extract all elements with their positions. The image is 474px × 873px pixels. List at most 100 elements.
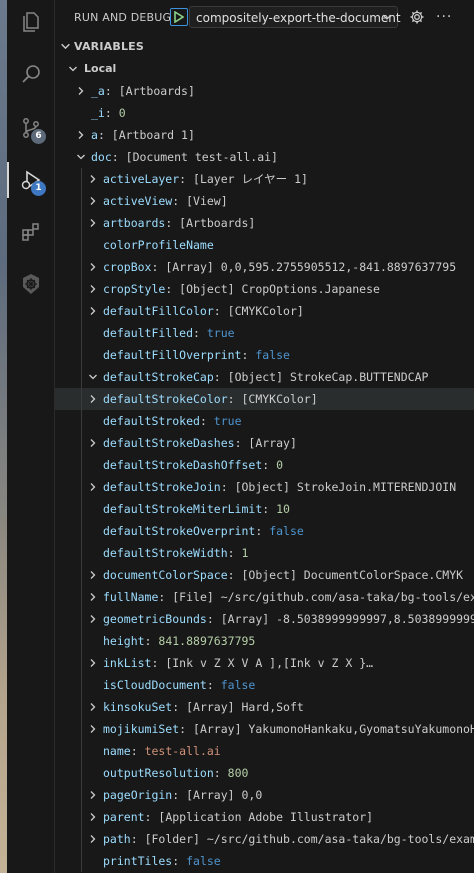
variable-row-a[interactable]: a: [Artboard 1]	[55, 124, 474, 146]
chevron-right-icon[interactable]	[88, 724, 98, 734]
variable-row-mojikumiset[interactable]: mojikumiSet: [Array] YakumonoHankaku,Gyo…	[55, 718, 474, 740]
search-button[interactable]	[7, 52, 55, 96]
more-actions-icon[interactable]: ···	[436, 9, 452, 25]
variable-row-pageorigin[interactable]: pageOrigin: [Array] 0,0	[55, 784, 474, 806]
start-debugging-button[interactable]	[170, 8, 188, 26]
chevron-right-icon[interactable]	[88, 306, 98, 316]
variable-row-defaultfillcolor[interactable]: defaultFillColor: [CMYKColor]	[55, 300, 474, 322]
variable-row-inklist[interactable]: inkList: [Ink v Z X V A ],[Ink v Z X }…	[55, 652, 474, 674]
launch-config-value: compositely-export-the-document	[196, 11, 401, 25]
variable-name: defaultFillColor	[103, 304, 214, 318]
chevron-right-icon[interactable]	[88, 702, 98, 712]
explorer-button[interactable]	[7, 0, 55, 44]
chevron-right-icon[interactable]	[88, 834, 98, 844]
chevron-down-icon[interactable]	[88, 372, 98, 382]
variable-row-defaultstrokemiterlimit[interactable]: defaultStrokeMiterLimit: 10	[55, 498, 474, 520]
variable-row-cropstyle[interactable]: cropStyle: [Object] CropOptions.Japanese	[55, 278, 474, 300]
variable-row-kinsokuset[interactable]: kinsokuSet: [Array] Hard,Soft	[55, 696, 474, 718]
variable-name: defaultStrokeJoin	[103, 480, 221, 494]
chevron-right-icon[interactable]	[88, 658, 98, 668]
name-value-separator: :	[172, 788, 187, 802]
variable-row-height[interactable]: height: 841.8897637795	[55, 630, 474, 652]
variable-row-defaultstrokeoverprint[interactable]: defaultStrokeOverprint: false	[55, 520, 474, 542]
chevron-right-icon[interactable]	[88, 614, 98, 624]
source-control-button[interactable]: 6	[7, 106, 55, 150]
variable-name: defaultStrokeMiterLimit	[103, 502, 263, 516]
variable-row-a[interactable]: _a: [Artboards]	[55, 80, 474, 102]
extensions-button[interactable]	[7, 210, 55, 254]
variable-row-activeview[interactable]: activeView: [View]	[55, 190, 474, 212]
variable-row-defaultstrokedashes[interactable]: defaultStrokeDashes: [Array]	[55, 432, 474, 454]
variable-row-defaultstroked[interactable]: defaultStroked: true	[55, 410, 474, 432]
variable-row-cropbox[interactable]: cropBox: [Array] 0,0,595.2755905512,-841…	[55, 256, 474, 278]
chevron-right-icon[interactable]	[88, 196, 98, 206]
variable-row-parent[interactable]: parent: [Application Adobe Illustrator]	[55, 806, 474, 828]
variable-value: [Object] CropOptions.Japanese	[179, 282, 380, 296]
variable-row-doc[interactable]: doc: [Document test-all.ai]	[55, 146, 474, 168]
variable-row-name[interactable]: name: test-all.ai	[55, 740, 474, 762]
chevron-down-icon[interactable]	[76, 152, 86, 162]
variable-row-path[interactable]: path: [Folder] ~/src/github.com/asa-taka…	[55, 828, 474, 850]
name-value-separator: :	[213, 766, 228, 780]
variable-row-outputresolution[interactable]: outputResolution: 800	[55, 762, 474, 784]
variable-label: activeView: [View]	[103, 190, 228, 212]
name-value-separator: :	[206, 678, 221, 692]
chevron-right-icon[interactable]	[88, 218, 98, 228]
variable-name: inkList	[103, 656, 152, 670]
chevron-right-icon[interactable]	[88, 570, 98, 580]
variable-row-defaultstrokedashoffset[interactable]: defaultStrokeDashOffset: 0	[55, 454, 474, 476]
chevron-right-icon[interactable]	[88, 394, 98, 404]
variable-row-activelayer[interactable]: activeLayer: [Layer レイヤー 1]	[55, 168, 474, 190]
variable-value: [Array]	[248, 436, 297, 450]
variable-value: [Ink v Z X V A ],[Ink v Z X }…	[165, 656, 374, 670]
variables-section-header[interactable]: VARIABLES	[55, 36, 474, 58]
name-value-separator: :	[220, 480, 235, 494]
variable-row-defaultfilloverprint[interactable]: defaultFillOverprint: false	[55, 344, 474, 366]
variable-row-printtiles[interactable]: printTiles: false	[55, 850, 474, 872]
launch-config-select[interactable]: compositely-export-the-document	[189, 6, 401, 28]
variable-row-fullname[interactable]: fullName: [File] ~/src/github.com/asa-ta…	[55, 586, 474, 608]
variable-row-defaultstrokecap[interactable]: defaultStrokeCap: [Object] StrokeCap.BUT…	[55, 366, 474, 388]
name-value-separator: :	[104, 106, 119, 120]
variable-value: [Document test-all.ai]	[125, 150, 278, 164]
scope-row-local[interactable]: Local	[55, 58, 474, 80]
variable-value: [Artboard 1]	[111, 128, 195, 142]
variable-row-defaultstrokecolor[interactable]: defaultStrokeColor: [CMYKColor]	[55, 388, 474, 410]
chevron-down-icon	[69, 66, 77, 72]
name-value-separator: :	[227, 568, 242, 582]
chevron-right-icon[interactable]	[88, 812, 98, 822]
variable-label: _i: 0	[91, 102, 126, 124]
name-value-separator: :	[111, 150, 126, 164]
chevron-right-icon[interactable]	[88, 592, 98, 602]
variable-row-colorprofilename[interactable]: colorProfileName	[55, 234, 474, 256]
variable-name: name	[103, 744, 131, 758]
chevron-right-icon[interactable]	[76, 86, 86, 96]
variable-row-artboards[interactable]: artboards: [Artboards]	[55, 212, 474, 234]
variable-name: defaultStrokeOverprint	[103, 524, 256, 538]
variable-row-defaultstrokewidth[interactable]: defaultStrokeWidth: 1	[55, 542, 474, 564]
name-value-separator: :	[104, 84, 119, 98]
variable-value: 0	[118, 106, 126, 120]
chevron-right-icon[interactable]	[76, 130, 86, 140]
chevron-right-icon[interactable]	[88, 174, 98, 184]
variable-row-defaultstrokejoin[interactable]: defaultStrokeJoin: [Object] StrokeJoin.M…	[55, 476, 474, 498]
chevron-right-icon[interactable]	[88, 262, 98, 272]
variable-label: fullName: [File] ~/src/github.com/asa-ta…	[103, 586, 474, 608]
kubernetes-button[interactable]	[7, 262, 55, 306]
variable-row-isclouddocument[interactable]: isCloudDocument: false	[55, 674, 474, 696]
chevron-right-icon[interactable]	[88, 482, 98, 492]
variable-label: defaultStrokeOverprint: false	[103, 520, 304, 542]
run-debug-button[interactable]: 1	[7, 158, 55, 202]
variable-label: defaultStrokeCap: [Object] StrokeCap.BUT…	[103, 366, 428, 388]
chevron-right-icon[interactable]	[88, 284, 98, 294]
chevron-right-icon[interactable]	[88, 438, 98, 448]
variable-name: a	[91, 128, 98, 142]
variable-row-geometricbounds[interactable]: geometricBounds: [Array] -8.503899999999…	[55, 608, 474, 630]
variable-row-i[interactable]: _i: 0	[55, 102, 474, 124]
variable-label: defaultStrokeDashes: [Array]	[103, 432, 297, 454]
variable-name: fullName	[103, 590, 159, 604]
chevron-right-icon[interactable]	[88, 790, 98, 800]
gear-icon[interactable]	[409, 9, 425, 25]
variable-row-documentcolorspace[interactable]: documentColorSpace: [Object] DocumentCol…	[55, 564, 474, 586]
variable-row-defaultfilled[interactable]: defaultFilled: true	[55, 322, 474, 344]
